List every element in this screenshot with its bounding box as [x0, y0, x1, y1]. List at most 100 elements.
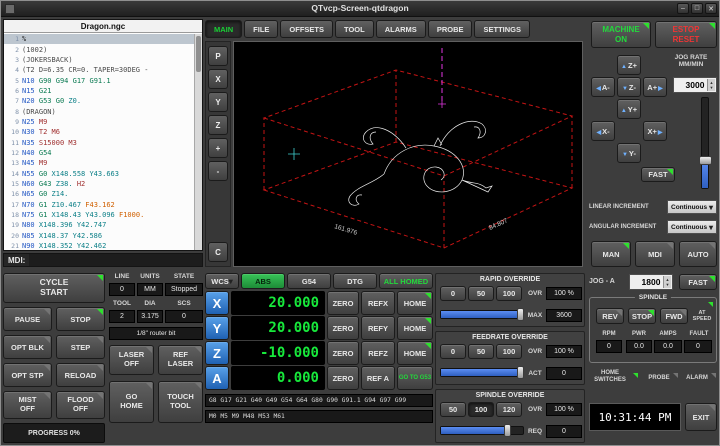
preview-viewport[interactable]: 161.976 84.807: [233, 41, 583, 267]
ref-y-button[interactable]: REFY: [361, 316, 395, 340]
rapid-100-button[interactable]: 100: [496, 286, 522, 301]
linear-increment-combo[interactable]: Continuous: [667, 200, 717, 214]
zero-z-button[interactable]: ZERO: [327, 341, 359, 365]
estop-reset-button[interactable]: ESTOP RESET: [655, 21, 717, 48]
home-x-button[interactable]: HOME: [397, 291, 433, 315]
ref-laser-button[interactable]: REF LASER: [158, 345, 203, 375]
rapid-50-button[interactable]: 50: [468, 286, 494, 301]
slider-thumb[interactable]: [517, 366, 524, 379]
wcs-dropdown[interactable]: WCS: [205, 273, 239, 289]
ref-a-button[interactable]: REF A: [361, 366, 395, 390]
gcode-line[interactable]: 6N15 G21: [4, 86, 194, 96]
mode-mdi-button[interactable]: MDI: [635, 241, 675, 267]
feed-0-button[interactable]: 0: [440, 344, 466, 359]
gcode-line[interactable]: 17N70 G1 Z10.467 F43.162: [4, 200, 194, 210]
goto-g53-button[interactable]: GO TO G53: [397, 366, 433, 390]
view-perspective-button[interactable]: P: [208, 46, 228, 66]
gcode-line[interactable]: 10N30 T2 M6: [4, 127, 194, 137]
feedrate-override-slider[interactable]: [440, 368, 524, 377]
rapid-0-button[interactable]: 0: [440, 286, 466, 301]
reload-button[interactable]: RELOAD: [56, 363, 105, 387]
jog-fast-button[interactable]: FAST: [641, 167, 675, 182]
clear-plot-button[interactable]: C: [208, 242, 228, 262]
close-button[interactable]: ✕: [705, 3, 717, 14]
spindle-100-button[interactable]: 100: [468, 402, 494, 417]
mode-manual-button[interactable]: MAN: [591, 241, 631, 267]
axis-z-button[interactable]: Z: [205, 341, 229, 365]
jog-z-plus-button[interactable]: Z+: [617, 55, 641, 75]
spindle-50-button[interactable]: 50: [440, 402, 466, 417]
go-home-button[interactable]: GO HOME: [109, 381, 154, 423]
optional-stop-button[interactable]: OPT STP: [3, 363, 52, 387]
spindle-override-slider[interactable]: [440, 426, 524, 435]
gcode-line[interactable]: 2(1002): [4, 44, 194, 54]
home-z-button[interactable]: HOME: [397, 341, 433, 365]
mdi-input[interactable]: [29, 254, 202, 266]
tab-file[interactable]: FILE: [244, 20, 278, 38]
ref-x-button[interactable]: REFX: [361, 291, 395, 315]
jog-a-plus-button[interactable]: A+: [643, 77, 667, 97]
tab-main[interactable]: MAIN: [205, 20, 242, 38]
cycle-start-button[interactable]: CYCLE START: [3, 273, 105, 303]
gcode-line[interactable]: 5N10 G90 G94 G17 G91.1: [4, 75, 194, 85]
gcode-line[interactable]: 14N55 G0 X148.558 Y43.663: [4, 168, 194, 178]
feed-50-button[interactable]: 50: [468, 344, 494, 359]
axis-y-button[interactable]: Y: [205, 316, 229, 340]
laser-toggle-button[interactable]: LASER OFF: [109, 345, 154, 375]
jog-x-plus-button[interactable]: X+: [643, 121, 667, 141]
scrollbar-thumb[interactable]: [196, 36, 201, 72]
minimize-button[interactable]: –: [677, 3, 689, 14]
tab-offsets[interactable]: OFFSETS: [280, 20, 333, 38]
jog-y-plus-button[interactable]: Y+: [617, 99, 641, 119]
view-x-button[interactable]: X: [208, 69, 228, 89]
jog-rate-slider[interactable]: [701, 97, 709, 189]
jog-a-minus-button[interactable]: A-: [591, 77, 615, 97]
jog-x-minus-button[interactable]: X-: [591, 121, 615, 141]
view-z-button[interactable]: Z: [208, 115, 228, 135]
home-y-button[interactable]: HOME: [397, 316, 433, 340]
gcode-line[interactable]: 8(DRAGON): [4, 106, 194, 116]
rapid-override-slider[interactable]: [440, 310, 524, 319]
axis-x-button[interactable]: X: [205, 291, 229, 315]
tab-alarms[interactable]: ALARMS: [376, 20, 426, 38]
zoom-out-button[interactable]: -: [208, 161, 228, 181]
jog-a-fast-button[interactable]: FAST: [679, 274, 717, 290]
flood-button[interactable]: FLOOD OFF: [56, 391, 105, 419]
gcode-line[interactable]: 3(JOKERSBACK): [4, 55, 194, 65]
gcode-line[interactable]: 21N90 X148.352 Y42.462: [4, 241, 194, 250]
spindle-rev-button[interactable]: REV: [596, 308, 624, 324]
zero-y-button[interactable]: ZERO: [327, 316, 359, 340]
tab-probe[interactable]: PROBE: [428, 20, 473, 38]
maximize-button[interactable]: □: [691, 3, 703, 14]
mist-button[interactable]: MIST OFF: [3, 391, 52, 419]
jog-y-minus-button[interactable]: Y-: [617, 143, 641, 163]
tab-tool[interactable]: TOOL: [335, 20, 374, 38]
view-y-button[interactable]: Y: [208, 92, 228, 112]
zero-x-button[interactable]: ZERO: [327, 291, 359, 315]
spinner-arrows-icon[interactable]: [663, 276, 671, 288]
step-button[interactable]: STEP: [56, 335, 105, 359]
gcode-line[interactable]: 11N35 S15000 M3: [4, 137, 194, 147]
ref-z-button[interactable]: REFZ: [361, 341, 395, 365]
gcode-line[interactable]: 19N80 X148.396 Y42.747: [4, 220, 194, 230]
gcode-line[interactable]: 15N60 G43 Z38. H2: [4, 179, 194, 189]
axis-a-button[interactable]: A: [205, 366, 229, 390]
gcode-line[interactable]: 20N85 X148.37 Y42.586: [4, 231, 194, 241]
jog-a-rate-spinbox[interactable]: 1800: [629, 274, 673, 290]
gcode-line[interactable]: 7N20 G53 G0 Z0.: [4, 96, 194, 106]
gcode-line[interactable]: 4(T2 D=6.35 CR=0. TAPER=30DEG -: [4, 65, 194, 75]
gcode-line[interactable]: 18N75 G1 X148.43 Y43.096 F1000.: [4, 210, 194, 220]
machine-on-button[interactable]: MACHINE ON: [591, 21, 651, 48]
g54-button[interactable]: G54: [287, 273, 331, 289]
mode-auto-button[interactable]: AUTO: [679, 241, 717, 267]
gcode-line[interactable]: 1%: [4, 34, 194, 44]
spindle-fwd-button[interactable]: FWD: [660, 308, 688, 324]
spindle-120-button[interactable]: 120: [496, 402, 522, 417]
jog-z-minus-button[interactable]: Z-: [617, 77, 641, 97]
gcode-scrollbar[interactable]: [194, 34, 202, 250]
jog-rate-spinbox[interactable]: 3000: [673, 77, 717, 93]
tab-settings[interactable]: SETTINGS: [474, 20, 530, 38]
stop-button[interactable]: STOP: [56, 307, 105, 331]
spindle-stop-button[interactable]: STOP: [628, 308, 656, 324]
gcode-line[interactable]: 16N65 G0 Z14.: [4, 189, 194, 199]
